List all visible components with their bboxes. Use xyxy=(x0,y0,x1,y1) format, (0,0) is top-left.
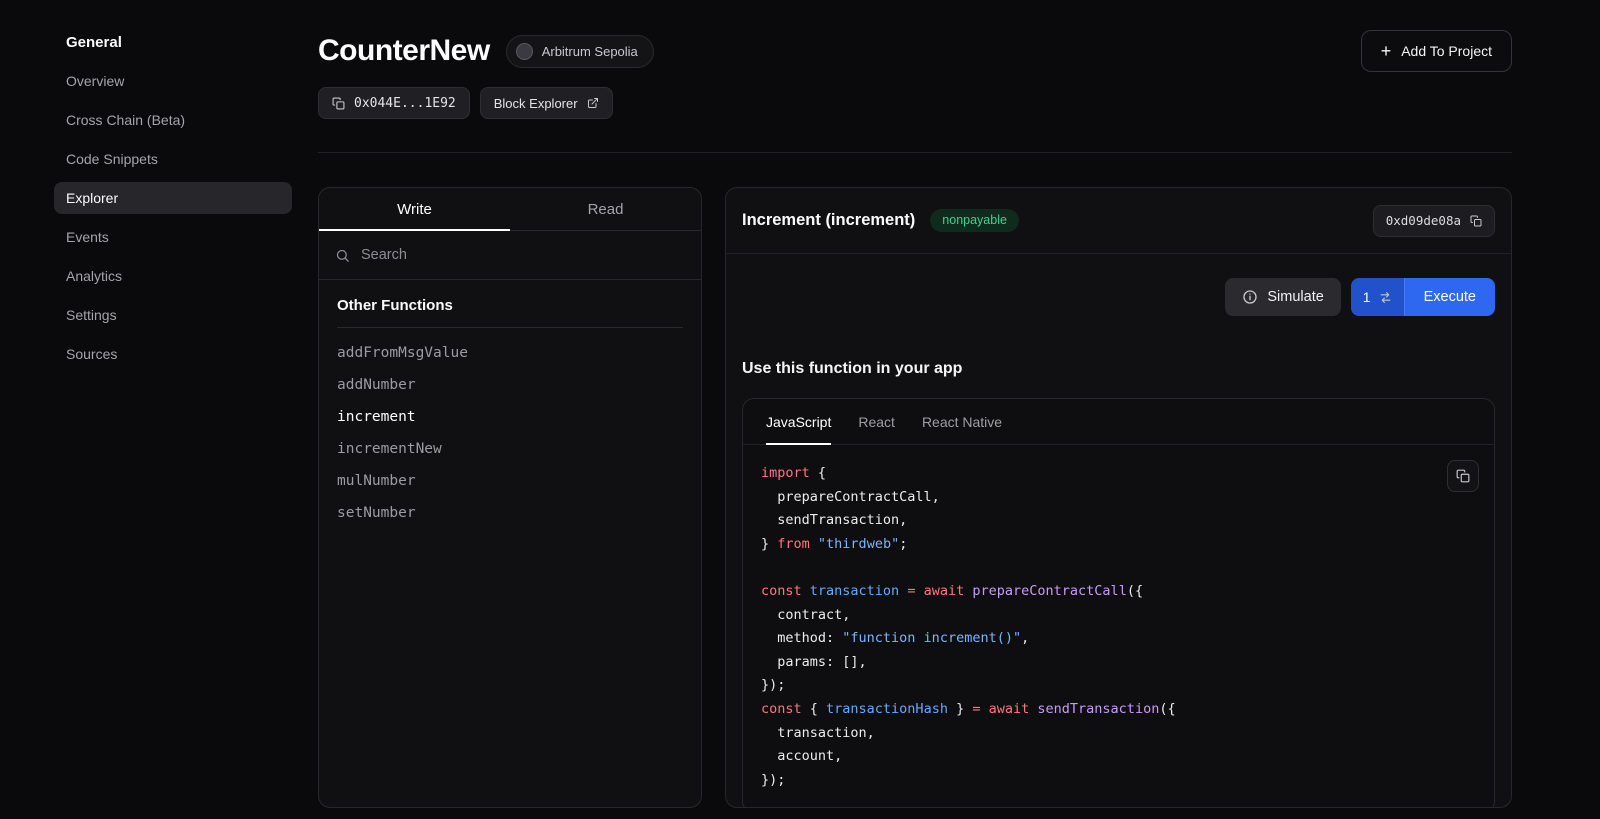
code-wrap: import { prepareContractCall, sendTransa… xyxy=(743,445,1494,808)
code-line: method: "function increment()", xyxy=(761,627,1476,651)
search-icon xyxy=(335,248,350,263)
execute-button[interactable]: Execute xyxy=(1405,278,1495,316)
sidebar-item-overview[interactable]: Overview xyxy=(54,65,292,97)
code-tab-react-native[interactable]: React Native xyxy=(922,399,1002,444)
code-line: import { xyxy=(761,462,1476,486)
contract-address: 0x044E...1E92 xyxy=(354,96,456,111)
info-icon xyxy=(1242,289,1258,305)
add-to-project-button[interactable]: + Add To Project xyxy=(1361,30,1512,72)
code-line: }); xyxy=(761,769,1476,793)
code-line: account, xyxy=(761,745,1476,769)
code-block: import { prepareContractCall, sendTransa… xyxy=(761,462,1476,792)
function-item-setNumber[interactable]: setNumber xyxy=(319,497,701,529)
code-tabs: JavaScript React React Native xyxy=(743,399,1494,445)
block-explorer-label: Block Explorer xyxy=(494,96,578,111)
contract-meta-row: 0x044E...1E92 Block Explorer xyxy=(318,87,1512,119)
function-item-addFromMsgValue[interactable]: addFromMsgValue xyxy=(319,337,701,369)
sidebar-item-sources[interactable]: Sources xyxy=(54,338,292,370)
tab-read[interactable]: Read xyxy=(510,188,701,230)
simulate-label: Simulate xyxy=(1267,289,1323,305)
sidebar-item-events[interactable]: Events xyxy=(54,221,292,253)
function-search-input[interactable] xyxy=(361,247,685,263)
copy-icon xyxy=(1470,215,1482,227)
code-card: JavaScript React React Native import { p… xyxy=(742,398,1495,808)
other-functions-title: Other Functions xyxy=(337,297,683,314)
functions-panel: Write Read Other Functions addFromMsgVal… xyxy=(318,187,702,808)
function-item-mulNumber[interactable]: mulNumber xyxy=(319,465,701,497)
page-title: CounterNew xyxy=(318,34,490,68)
external-link-icon xyxy=(587,97,599,109)
simulate-button[interactable]: Simulate xyxy=(1225,278,1340,316)
function-search-row xyxy=(319,231,701,280)
action-row: Simulate 1 Execute xyxy=(726,254,1511,316)
sidebar-item-cross-chain[interactable]: Cross Chain (Beta) xyxy=(54,104,292,136)
sidebar: General Overview Cross Chain (Beta) Code… xyxy=(0,0,318,819)
execute-count: 1 xyxy=(1363,289,1371,305)
app-root: General Overview Cross Chain (Beta) Code… xyxy=(0,0,1600,819)
explorer-content: Write Read Other Functions addFromMsgVal… xyxy=(318,187,1512,808)
sidebar-nav: Overview Cross Chain (Beta) Code Snippet… xyxy=(0,65,318,370)
code-copy-button[interactable] xyxy=(1447,460,1479,492)
code-line: contract, xyxy=(761,604,1476,628)
mutability-badge: nonpayable xyxy=(930,209,1019,232)
code-line: sendTransaction, xyxy=(761,509,1476,533)
sidebar-item-analytics[interactable]: Analytics xyxy=(54,260,292,292)
add-to-project-label: Add To Project xyxy=(1401,43,1492,59)
sidebar-item-code-snippets[interactable]: Code Snippets xyxy=(54,143,292,175)
sidebar-heading: General xyxy=(0,34,318,65)
function-item-addNumber[interactable]: addNumber xyxy=(319,369,701,401)
usage-heading: Use this function in your app xyxy=(726,316,1511,378)
function-detail-title: Increment (increment) xyxy=(742,211,915,230)
execute-button-group: 1 Execute xyxy=(1351,278,1495,316)
function-list: addFromMsgValue addNumber increment incr… xyxy=(319,328,701,538)
code-line: params: [], xyxy=(761,651,1476,675)
execute-count-toggle[interactable]: 1 xyxy=(1351,278,1405,316)
function-selector: 0xd09de08a xyxy=(1386,213,1461,228)
sidebar-item-explorer[interactable]: Explorer xyxy=(54,182,292,214)
copy-icon xyxy=(332,97,345,110)
swap-icon xyxy=(1379,291,1392,304)
code-line xyxy=(761,556,1476,580)
contract-address-button[interactable]: 0x044E...1E92 xyxy=(318,87,470,119)
page-header: CounterNew Arbitrum Sepolia + Add To Pro… xyxy=(318,30,1512,72)
network-badge-label: Arbitrum Sepolia xyxy=(542,44,638,59)
tab-write[interactable]: Write xyxy=(319,188,510,230)
function-detail-header: Increment (increment) nonpayable 0xd09de… xyxy=(726,188,1511,254)
function-tabs: Write Read xyxy=(319,188,701,231)
plus-icon: + xyxy=(1381,42,1392,60)
chain-icon xyxy=(516,43,533,60)
code-line: }); xyxy=(761,674,1476,698)
code-tab-react[interactable]: React xyxy=(858,399,895,444)
code-line: transaction, xyxy=(761,722,1476,746)
function-selector-button[interactable]: 0xd09de08a xyxy=(1373,205,1495,237)
header-divider xyxy=(318,152,1512,153)
code-line: } from "thirdweb"; xyxy=(761,533,1476,557)
code-line: const transaction = await prepareContrac… xyxy=(761,580,1476,604)
block-explorer-button[interactable]: Block Explorer xyxy=(480,87,613,119)
sidebar-item-settings[interactable]: Settings xyxy=(54,299,292,331)
code-line: prepareContractCall, xyxy=(761,486,1476,510)
function-item-incrementNew[interactable]: incrementNew xyxy=(319,433,701,465)
code-line: const { transactionHash } = await sendTr… xyxy=(761,698,1476,722)
function-item-increment[interactable]: increment xyxy=(319,401,701,433)
other-functions-header: Other Functions xyxy=(337,297,683,328)
code-tab-javascript[interactable]: JavaScript xyxy=(766,399,831,444)
function-detail-panel: Increment (increment) nonpayable 0xd09de… xyxy=(725,187,1512,808)
main-content: CounterNew Arbitrum Sepolia + Add To Pro… xyxy=(318,0,1600,819)
network-badge[interactable]: Arbitrum Sepolia xyxy=(506,35,654,68)
